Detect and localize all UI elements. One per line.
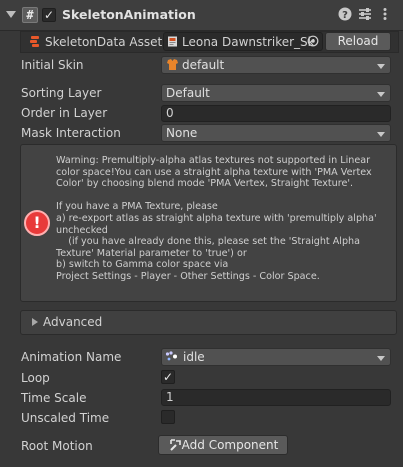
presets-icon[interactable] <box>357 7 373 23</box>
chevron-down-icon <box>377 132 385 137</box>
chevron-down-icon <box>377 356 385 361</box>
mask-interaction-dropdown[interactable]: None <box>161 124 391 142</box>
foldout-collapsed-icon[interactable] <box>32 318 38 326</box>
context-menu-icon[interactable] <box>377 7 393 23</box>
unscaled-time-checkbox[interactable] <box>161 410 175 424</box>
spine-skeleton-icon <box>28 35 42 49</box>
help-icon[interactable]: ? <box>337 7 353 23</box>
object-picker-icon[interactable] <box>307 35 319 47</box>
skeleton-data-field[interactable]: Leona Dawnstriker_Sk <box>163 32 323 51</box>
warning-message: Warning: Premultiply-alpha atlas texture… <box>56 155 377 282</box>
wrench-icon <box>170 439 182 451</box>
animation-name-dropdown[interactable]: idle <box>161 348 391 366</box>
sorting-layer-label: Sorting Layer <box>21 86 102 100</box>
mask-interaction-label: Mask Interaction <box>21 126 121 140</box>
initial-skin-value: default <box>182 58 225 72</box>
animation-name-value: idle <box>183 350 205 364</box>
svg-text:?: ? <box>342 10 348 21</box>
root-motion-label: Root Motion <box>21 439 93 453</box>
skeleton-data-label: SkeletonData Asset <box>45 35 163 49</box>
initial-skin-label: Initial Skin <box>21 58 84 72</box>
asset-file-icon <box>167 36 178 47</box>
component-title: SkeletonAnimation <box>62 7 196 22</box>
chevron-down-icon <box>377 92 385 97</box>
sorting-layer-dropdown[interactable]: Default <box>161 84 391 102</box>
loop-label: Loop <box>21 371 50 385</box>
skin-icon <box>166 58 179 71</box>
order-in-layer-value: 0 <box>166 106 174 120</box>
skeleton-data-value: Leona Dawnstriker_Sk <box>182 35 315 49</box>
time-scale-label: Time Scale <box>21 391 87 405</box>
script-component-icon: # <box>22 7 38 23</box>
sorting-layer-value: Default <box>166 86 210 100</box>
error-icon: ! <box>24 210 50 236</box>
animation-name-label: Animation Name <box>21 350 122 364</box>
chevron-down-icon <box>377 64 385 69</box>
reload-button[interactable]: Reload <box>325 32 391 51</box>
time-scale-input[interactable]: 1 <box>161 389 391 406</box>
time-scale-value: 1 <box>166 390 174 404</box>
mask-interaction-value: None <box>166 126 198 140</box>
loop-checkbox[interactable]: ✓ <box>161 370 175 384</box>
initial-skin-dropdown[interactable]: default <box>161 56 391 74</box>
unscaled-time-label: Unscaled Time <box>21 411 110 425</box>
animation-icon <box>165 350 179 363</box>
component-enabled-checkbox[interactable]: ✓ <box>42 8 56 22</box>
add-component-label: Add Component <box>181 438 279 452</box>
order-in-layer-input[interactable]: 0 <box>161 105 391 122</box>
advanced-label[interactable]: Advanced <box>43 315 102 329</box>
foldout-expanded-icon[interactable] <box>6 11 16 18</box>
order-in-layer-label: Order in Layer <box>21 106 108 120</box>
